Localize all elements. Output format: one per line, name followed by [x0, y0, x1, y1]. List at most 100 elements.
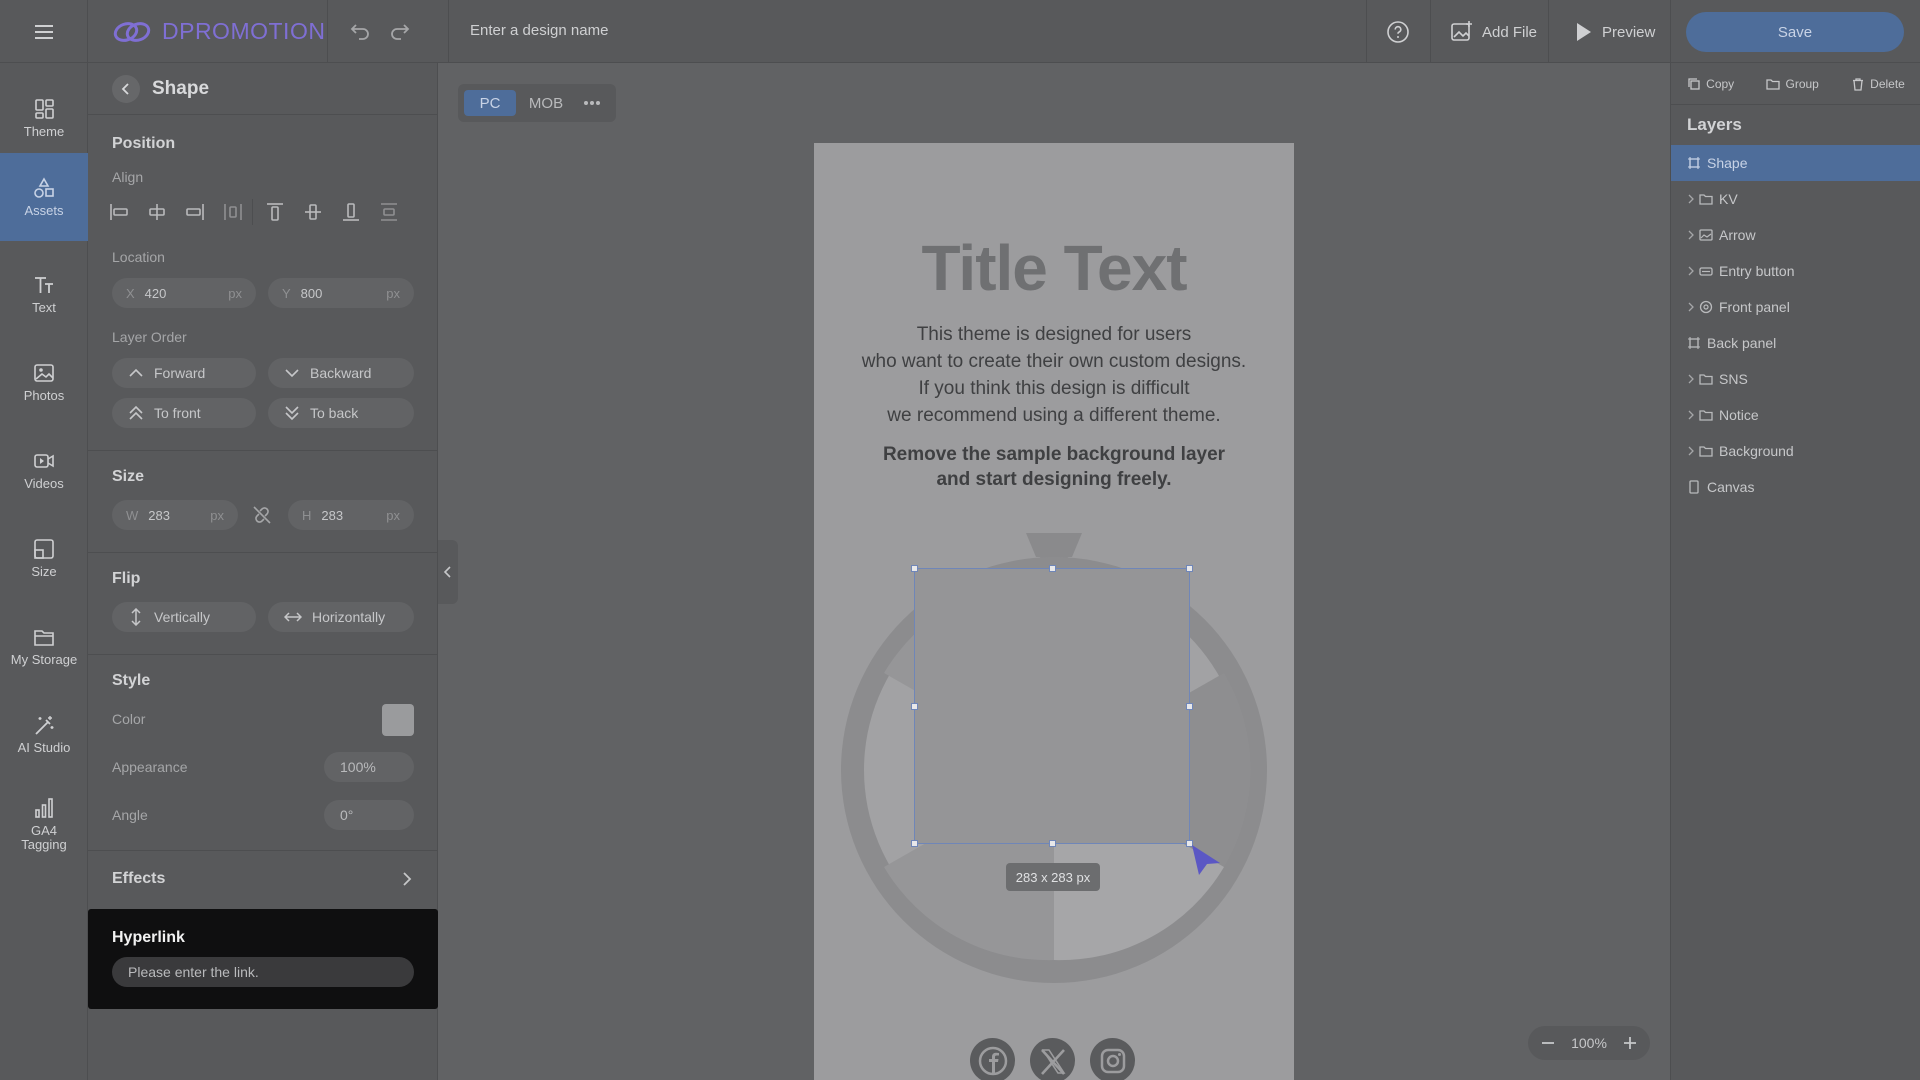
- more-options-button[interactable]: [574, 90, 610, 116]
- expand-chevron-icon[interactable]: [1683, 266, 1699, 276]
- layer-label: Canvas: [1707, 479, 1755, 495]
- zoom-out-button[interactable]: [1540, 1035, 1556, 1051]
- rail-item-my-storage[interactable]: My Storage: [0, 611, 88, 681]
- align-top-button[interactable]: [264, 201, 286, 223]
- distribute-horizontal-button[interactable]: [222, 201, 244, 223]
- layer-row-canvas[interactable]: Canvas: [1671, 469, 1920, 505]
- align-right-icon: [186, 204, 204, 220]
- section-title-effects: Effects: [112, 870, 166, 887]
- redo-button[interactable]: [388, 19, 412, 43]
- layer-row-entry-button[interactable]: Entry button: [1671, 253, 1920, 289]
- rail-item-videos[interactable]: Videos: [0, 435, 88, 505]
- resize-handle[interactable]: [911, 703, 918, 710]
- width-field[interactable]: W 283 px: [112, 500, 238, 530]
- expand-chevron-icon[interactable]: [1683, 194, 1699, 204]
- body-text[interactable]: This theme is designed for users who wan…: [814, 321, 1294, 429]
- x-icon[interactable]: [1030, 1038, 1075, 1080]
- color-swatch[interactable]: [382, 704, 414, 736]
- align-left-button[interactable]: [108, 201, 130, 223]
- align-middle-button[interactable]: [302, 201, 324, 223]
- layer-row-background[interactable]: Background: [1671, 433, 1920, 469]
- layer-row-front-panel[interactable]: Front panel: [1671, 289, 1920, 325]
- facebook-icon[interactable]: [970, 1038, 1015, 1080]
- menu-button[interactable]: [0, 0, 88, 63]
- x-field[interactable]: X 420 px: [112, 278, 256, 308]
- layer-row-sns[interactable]: SNS: [1671, 361, 1920, 397]
- instagram-icon[interactable]: [1090, 1038, 1135, 1080]
- expand-chevron-icon[interactable]: [1683, 302, 1699, 312]
- distribute-vertical-button[interactable]: [378, 201, 400, 223]
- rail-item-assets[interactable]: Assets: [0, 153, 88, 241]
- hyperlink-panel: Hyperlink Please enter the link.: [88, 909, 438, 1009]
- align-right-button[interactable]: [184, 201, 206, 223]
- rail-item-ga4-tagging[interactable]: GA4 Tagging: [0, 783, 88, 865]
- emphasis-line: Remove the sample background layer: [882, 444, 1226, 465]
- flip-horizontally-button[interactable]: Horizontally: [268, 602, 414, 632]
- angle-input[interactable]: 0°: [324, 800, 414, 830]
- selected-shape[interactable]: [911, 565, 1193, 847]
- divider: [252, 199, 253, 225]
- layer-row-shape[interactable]: Shape: [1671, 145, 1920, 181]
- flip-vertically-button[interactable]: Vertically: [112, 602, 256, 632]
- y-field[interactable]: Y 800 px: [268, 278, 414, 308]
- divider: [1548, 0, 1549, 63]
- copy-button[interactable]: Copy: [1687, 77, 1734, 91]
- align-bottom-button[interactable]: [340, 201, 362, 223]
- expand-chevron-icon[interactable]: [1683, 230, 1699, 240]
- x-prefix: X: [126, 285, 135, 301]
- backward-button[interactable]: Backward: [268, 358, 414, 388]
- rail-item-ai-studio[interactable]: AI Studio: [0, 699, 88, 769]
- preview-button[interactable]: Preview: [1574, 20, 1655, 44]
- collapse-panel-button[interactable]: [438, 540, 458, 604]
- expand-chevron-icon[interactable]: [1683, 374, 1699, 384]
- resize-handle[interactable]: [1186, 565, 1193, 572]
- layer-row-back-panel[interactable]: Back panel: [1671, 325, 1920, 361]
- play-icon: [1577, 23, 1591, 41]
- title-text[interactable]: Title Text: [814, 231, 1294, 305]
- layer-row-kv[interactable]: KV: [1671, 181, 1920, 217]
- appearance-input[interactable]: 100%: [324, 752, 414, 782]
- rail-item-theme[interactable]: Theme: [0, 83, 88, 153]
- resize-handle[interactable]: [1049, 565, 1056, 572]
- align-center-h-button[interactable]: [146, 201, 168, 223]
- group-button[interactable]: Group: [1766, 77, 1819, 91]
- save-button[interactable]: Save: [1686, 12, 1904, 52]
- to-front-button[interactable]: To front: [112, 398, 256, 428]
- device-pc-button[interactable]: PC: [464, 90, 516, 116]
- align-top-icon: [267, 203, 283, 221]
- folder-icon: [1699, 372, 1719, 386]
- artboard[interactable]: Title Text This theme is designed for us…: [814, 143, 1294, 1080]
- height-field[interactable]: H 283 px: [288, 500, 414, 530]
- color-label: Color: [112, 711, 146, 727]
- aperture-icon: [1699, 300, 1719, 314]
- expand-chevron-icon[interactable]: [1683, 410, 1699, 420]
- aspect-lock-button[interactable]: [251, 504, 273, 526]
- to-back-button[interactable]: To back: [268, 398, 414, 428]
- undo-button[interactable]: [348, 19, 372, 43]
- double-chevron-down-icon: [285, 406, 299, 421]
- zoom-in-button[interactable]: [1622, 1035, 1638, 1051]
- rail-item-text[interactable]: Text: [0, 259, 88, 329]
- resize-handle[interactable]: [1049, 840, 1056, 847]
- rail-item-photos[interactable]: Photos: [0, 347, 88, 417]
- resize-handle[interactable]: [911, 565, 918, 572]
- x-value: 420: [144, 285, 167, 301]
- delete-button[interactable]: Delete: [1851, 77, 1905, 91]
- layer-row-notice[interactable]: Notice: [1671, 397, 1920, 433]
- forward-button[interactable]: Forward: [112, 358, 256, 388]
- help-button[interactable]: [1386, 20, 1410, 44]
- resize-handle[interactable]: [1186, 703, 1193, 710]
- layer-row-arrow[interactable]: Arrow: [1671, 217, 1920, 253]
- redo-icon: [391, 24, 410, 40]
- effects-row[interactable]: Effects: [88, 851, 438, 907]
- back-button[interactable]: [112, 74, 140, 103]
- rail-item-size[interactable]: Size: [0, 523, 88, 593]
- expand-chevron-icon[interactable]: [1683, 446, 1699, 456]
- logo[interactable]: DPROMOTION: [88, 0, 328, 63]
- design-name-input[interactable]: Enter a design name: [470, 22, 608, 39]
- resize-handle[interactable]: [911, 840, 918, 847]
- emphasis-text[interactable]: Remove the sample background layer and s…: [814, 442, 1294, 492]
- add-file-button[interactable]: Add File: [1450, 20, 1537, 44]
- hyperlink-input[interactable]: Please enter the link.: [112, 957, 414, 987]
- device-mob-button[interactable]: MOB: [524, 90, 568, 116]
